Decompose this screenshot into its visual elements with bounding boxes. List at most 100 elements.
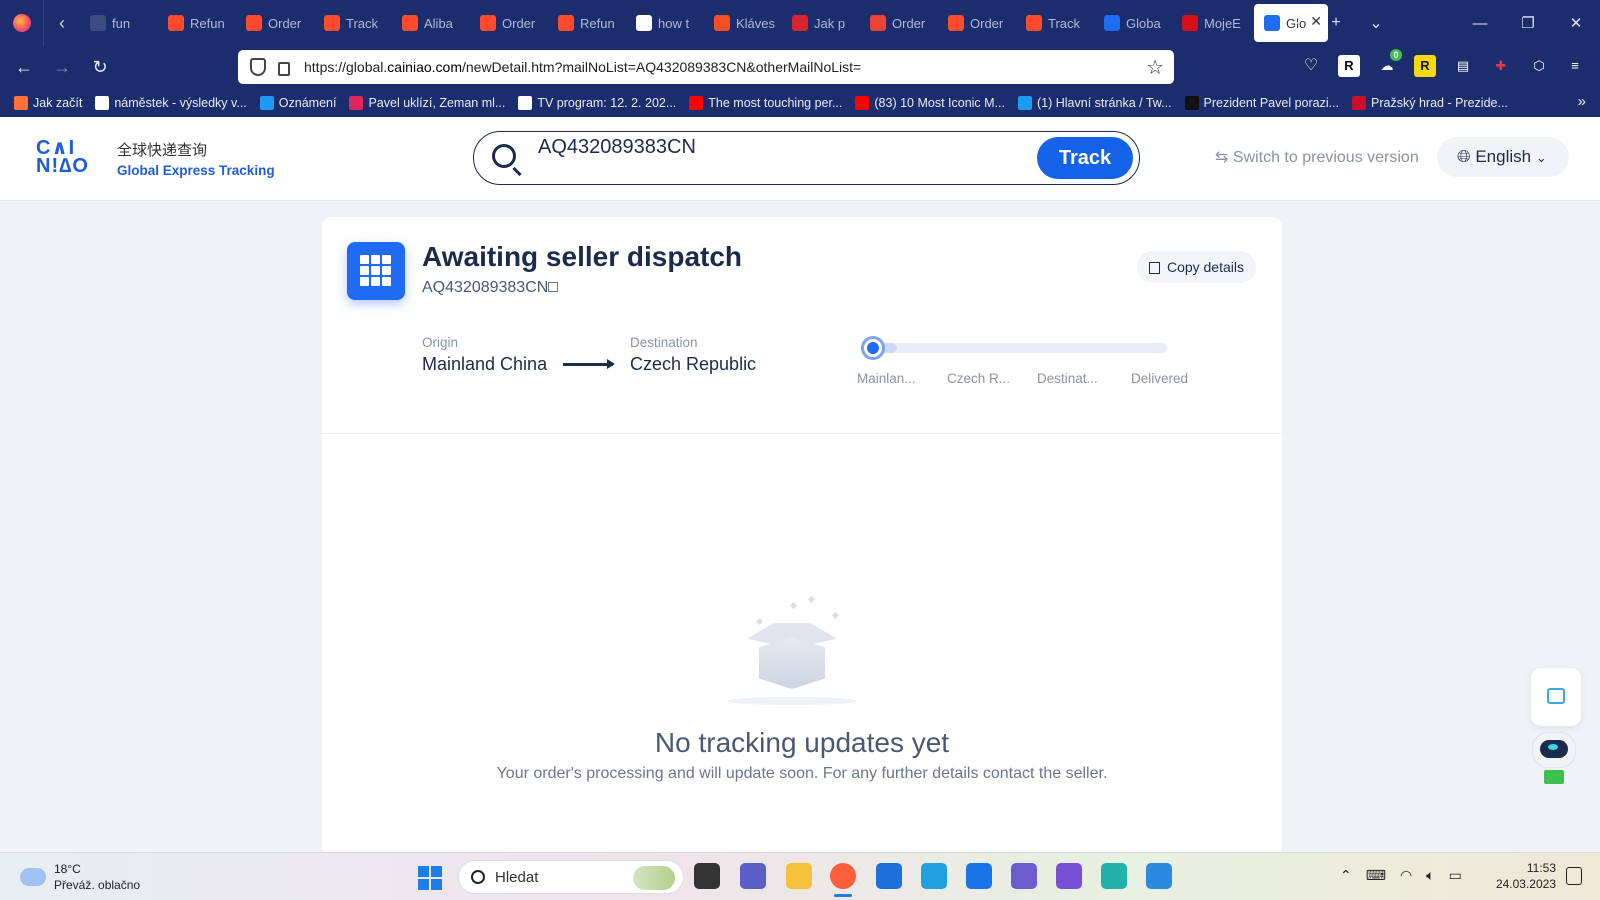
browser-tab[interactable]: how t	[626, 0, 704, 46]
hamburger-menu-icon[interactable]: ≡	[1564, 55, 1586, 77]
browser-tab[interactable]: Globa	[1094, 0, 1172, 46]
empty-state-subtitle: Your order's processing and will update …	[496, 765, 1108, 782]
shipment-grid-icon	[347, 242, 405, 300]
teams-chat-icon[interactable]	[740, 863, 766, 889]
browser-tab[interactable]: Order	[860, 0, 938, 46]
pocket-icon[interactable]: ♡	[1300, 55, 1322, 77]
tab-favicon	[870, 15, 886, 31]
taskbar-search[interactable]: Hledat	[458, 860, 684, 894]
bookmark-item[interactable]: Pavel uklízí, Zeman ml...	[349, 95, 505, 110]
keyboard-icon[interactable]: ⌨	[1366, 867, 1386, 884]
tab-label: how t	[658, 15, 690, 31]
url-text[interactable]: https://global.cainiao.com/newDetail.htm…	[304, 59, 861, 75]
system-clock[interactable]: 11:53 24.03.2023	[1492, 860, 1556, 892]
back-icon[interactable]: ←	[12, 55, 36, 79]
tab-label: Order	[502, 15, 536, 31]
task-view-icon[interactable]	[694, 863, 720, 889]
lock-icon[interactable]	[278, 62, 290, 76]
list-tabs-icon[interactable]: ⌄	[1356, 13, 1396, 33]
firefox-menu-icon[interactable]	[0, 0, 44, 46]
browser-tab[interactable]: Order	[938, 0, 1016, 46]
volume-icon[interactable]: 🔈︎	[1426, 867, 1434, 884]
assistant-robot-icon[interactable]	[1526, 728, 1582, 790]
extension-cross-icon[interactable]: ✚	[1490, 55, 1512, 77]
tray-overflow-icon[interactable]: ⌃	[1340, 867, 1352, 884]
track-button[interactable]: Track	[1037, 137, 1133, 179]
tab-scroll-right-icon[interactable]: ›	[1276, 14, 1316, 32]
bookmark-item[interactable]: Jak začít	[14, 95, 82, 110]
tab-label: fun	[112, 15, 131, 31]
address-bar[interactable]: https://global.cainiao.com/newDetail.htm…	[238, 50, 1174, 84]
restore-icon[interactable]: ❐	[1504, 14, 1552, 32]
bookmark-item[interactable]: Prezident Pavel porazi...	[1184, 95, 1339, 110]
extension-badge-icon[interactable]: ☁ 0	[1376, 49, 1402, 77]
origin-label: Origin	[422, 335, 459, 350]
switch-version-link[interactable]: ⇆ Switch to previous version	[1215, 147, 1419, 167]
browser-tab[interactable]: Order	[236, 0, 314, 46]
tab-favicon	[246, 15, 262, 31]
new-tab-icon[interactable]: +	[1316, 14, 1356, 32]
extension-r-icon[interactable]: R	[1338, 55, 1360, 77]
mail-icon[interactable]	[966, 863, 992, 889]
copy-number-icon[interactable]	[548, 282, 558, 292]
file-explorer-icon[interactable]	[786, 863, 812, 889]
bookmark-item[interactable]: TV program: 12. 2. 202...	[518, 95, 676, 110]
bookmark-item[interactable]: Pražský hrad - Prezide...	[1352, 95, 1508, 110]
browser-tab[interactable]: Aliba	[392, 0, 470, 46]
shipment-card: Awaiting seller dispatch AQ432089383CN C…	[322, 217, 1282, 857]
browser-tab[interactable]: Kláves	[704, 0, 782, 46]
browser-tab[interactable]: MojeE	[1172, 0, 1250, 46]
search-highlight-image	[633, 866, 675, 890]
progress-current-dot	[861, 336, 885, 360]
firefox-icon[interactable]	[830, 863, 856, 897]
wifi-icon[interactable]: ◠	[1400, 867, 1412, 884]
tab-favicon	[324, 15, 340, 31]
bookmark-item[interactable]: (83) 10 Most Iconic M...	[855, 95, 1005, 110]
browser-tab[interactable]: Jak p	[782, 0, 860, 46]
forward-icon[interactable]: →	[50, 55, 74, 79]
bookmarks-overflow-icon[interactable]: »	[1578, 93, 1586, 110]
app-purple-icon[interactable]	[1011, 863, 1037, 889]
copy-details-button[interactable]: Copy details	[1136, 251, 1256, 283]
app-violet-icon[interactable]	[1056, 863, 1082, 889]
extension-r-yellow-icon[interactable]: R	[1414, 55, 1436, 77]
weather-temperature: 18°C	[54, 862, 81, 876]
globe-icon: 🌐︎	[1457, 147, 1471, 166]
browser-tab[interactable]: fun	[80, 0, 158, 46]
bookmark-item[interactable]: (1) Hlavní stránka / Tw...	[1018, 95, 1172, 110]
weather-widget[interactable]: 18°C Převáž. oblačno	[20, 860, 140, 893]
photos-icon[interactable]	[1146, 863, 1172, 889]
browser-tab[interactable]: Refun	[548, 0, 626, 46]
notification-icon[interactable]	[1566, 867, 1582, 885]
language-selector[interactable]: 🌐︎ English ⌄	[1437, 137, 1569, 177]
tracking-search-box: AQ432089383CN Track	[473, 131, 1140, 185]
reload-icon[interactable]: ↻	[88, 55, 112, 79]
ms-store-icon[interactable]	[876, 863, 902, 889]
tracking-search-input[interactable]: AQ432089383CN	[538, 134, 696, 164]
battery-icon[interactable]: ▭	[1449, 867, 1462, 884]
bookmark-item[interactable]: The most touching per...	[689, 95, 842, 110]
minimize-icon[interactable]: —	[1456, 15, 1504, 32]
extensions-icon[interactable]: ⬡	[1528, 55, 1550, 77]
edge-icon[interactable]	[1101, 863, 1127, 889]
l-app-icon[interactable]	[921, 863, 947, 889]
destination-value: Czech Republic	[630, 354, 757, 374]
cainiao-logo[interactable]: C∧I N!∆O	[36, 138, 100, 179]
reader-icon[interactable]: ▤	[1452, 55, 1474, 77]
chevron-down-icon: ⌄	[1535, 150, 1547, 165]
feedback-button[interactable]	[1531, 668, 1581, 726]
weather-cloud-icon	[20, 860, 46, 886]
browser-tab[interactable]: Track	[314, 0, 392, 46]
browser-tab[interactable]: Refun	[158, 0, 236, 46]
browser-tab[interactable]: Order	[470, 0, 548, 46]
tab-scroll-left-icon[interactable]: ‹	[44, 0, 80, 46]
browser-tab[interactable]: Track	[1016, 0, 1094, 46]
close-window-icon[interactable]: ✕	[1552, 14, 1600, 32]
windows-start-icon[interactable]	[418, 866, 442, 890]
bookmark-favicon	[1184, 95, 1199, 110]
tab-favicon	[714, 15, 730, 31]
bookmark-item[interactable]: Oznámení	[259, 95, 336, 110]
tracking-protection-icon[interactable]	[250, 58, 266, 76]
bookmark-star-icon[interactable]: ☆	[1146, 55, 1164, 80]
bookmark-item[interactable]: náměstek - výsledky v...	[95, 95, 247, 110]
